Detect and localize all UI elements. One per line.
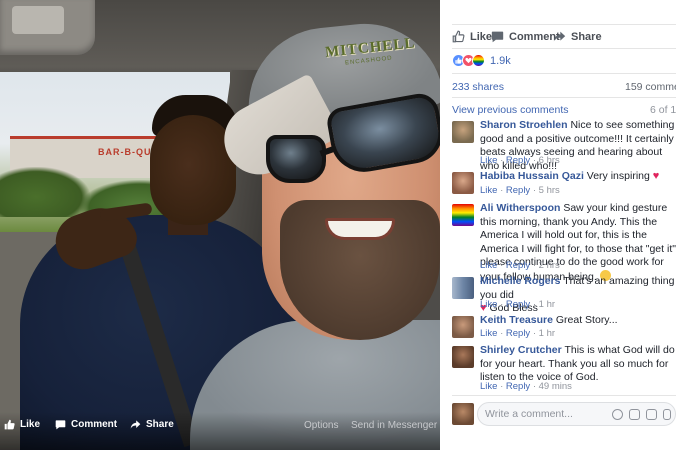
avatar[interactable]: [452, 277, 474, 299]
comment-time[interactable]: 6 hrs: [539, 155, 560, 166]
comment-body: Shirley Crutcher This is what God will d…: [480, 344, 676, 385]
comment-meta: Like · Reply · 6 hrs: [480, 155, 560, 166]
share-icon: [553, 31, 566, 42]
avatar[interactable]: [452, 346, 474, 368]
comment-like-link[interactable]: Like: [480, 260, 497, 271]
photo-share-label: Share: [146, 419, 174, 430]
photo-options-link[interactable]: Options: [304, 420, 338, 431]
avatar[interactable]: [452, 172, 474, 194]
pride-reaction-icon: [472, 54, 485, 67]
comment-like-link[interactable]: Like: [480, 155, 497, 166]
photo-comment-label: Comment: [71, 419, 118, 430]
share-label: Share: [571, 30, 602, 43]
shares-count[interactable]: 233 shares: [452, 81, 504, 93]
comment-icon: [55, 420, 66, 430]
comment-time[interactable]: 5 hrs: [539, 185, 560, 196]
comment-meta: Like · Reply · 1 hr: [480, 328, 556, 339]
comment-time[interactable]: 1 hr: [539, 299, 555, 310]
divider: [452, 48, 676, 49]
write-comment-input[interactable]: Write a comment...: [477, 402, 676, 426]
gif-icon[interactable]: [646, 409, 657, 420]
emoji-icon[interactable]: [612, 409, 623, 420]
comment-author[interactable]: Michelle Rogers: [480, 275, 561, 287]
send-in-messenger-link[interactable]: Send in Messenger: [351, 420, 437, 431]
reaction-count[interactable]: 1.9k: [490, 55, 511, 67]
thumbs-up-icon: [452, 30, 465, 43]
comment-body: Keith Treasure Great Story...: [480, 314, 676, 328]
comment-reply-link[interactable]: Reply: [506, 299, 530, 310]
comment-like-link[interactable]: Like: [480, 299, 497, 310]
view-previous-comments-link[interactable]: View previous comments: [452, 104, 569, 116]
avatar[interactable]: [452, 316, 474, 338]
avatar[interactable]: [452, 204, 474, 226]
comment-reply-link[interactable]: Reply: [506, 328, 530, 339]
comment-placeholder: Write a comment...: [485, 408, 573, 420]
share-button[interactable]: Share: [553, 30, 602, 43]
comment-text: Very inspiring: [586, 170, 650, 182]
photo-like-label: Like: [20, 419, 41, 430]
comment-author[interactable]: Habiba Hussain Qazi: [480, 170, 584, 182]
comment-meta: Like · Reply · 5 hrs: [480, 185, 560, 196]
divider: [452, 24, 676, 25]
photo-action-bar: [0, 412, 440, 450]
comment-reply-link[interactable]: Reply: [506, 260, 530, 271]
photo-comment-button[interactable]: Comment: [55, 419, 117, 430]
sunglasses-left-lens: [266, 135, 326, 183]
comment-reply-link[interactable]: Reply: [506, 155, 530, 166]
comment-reply-link[interactable]: Reply: [506, 185, 530, 196]
divider: [452, 73, 676, 74]
passenger-face: [150, 115, 236, 225]
comment-meta: Like · Reply · 49 mins: [480, 381, 572, 392]
comment-like-link[interactable]: Like: [480, 185, 497, 196]
comment-like-link[interactable]: Like: [480, 381, 497, 392]
comment-text: Great Story...: [555, 314, 618, 326]
avatar[interactable]: [452, 121, 474, 143]
heart-emoji-icon: ♥: [652, 170, 660, 182]
comments-page-count: 6 of 159: [650, 104, 676, 116]
comment-icon: [491, 31, 504, 43]
like-button[interactable]: Like: [452, 30, 492, 43]
divider: [452, 97, 676, 98]
reactions-summary[interactable]: 1.9k: [452, 54, 511, 67]
tree: [0, 167, 90, 217]
comment-time[interactable]: 2 hrs: [539, 260, 560, 271]
comment-like-link[interactable]: Like: [480, 328, 497, 339]
thumbs-up-icon: [4, 419, 15, 430]
comment-time[interactable]: 49 mins: [539, 381, 572, 392]
like-label: Like: [470, 30, 493, 43]
comment-author[interactable]: Keith Treasure: [480, 314, 553, 326]
comment-meta: Like · Reply · 2 hrs: [480, 260, 560, 271]
divider: [452, 395, 676, 396]
post-photo[interactable]: BAR-B-QUE MITCHELL ENCASHOOD: [0, 0, 440, 450]
comment-author[interactable]: Sharon Stroehlen: [480, 119, 568, 131]
current-user-avatar: [452, 403, 474, 425]
comment-author[interactable]: Ali Witherspoon: [480, 202, 560, 214]
camera-icon[interactable]: [629, 409, 640, 420]
comment-button[interactable]: Comment: [491, 30, 560, 43]
photo-share-button[interactable]: Share: [130, 419, 174, 430]
sun-visor: [0, 0, 95, 55]
sticker-icon[interactable]: [663, 409, 671, 420]
comment-reply-link[interactable]: Reply: [506, 381, 530, 392]
share-icon: [130, 420, 141, 429]
comment-author[interactable]: Shirley Crutcher: [480, 344, 562, 356]
driver-smile: [325, 218, 395, 240]
comments-count[interactable]: 159 comments: [625, 81, 676, 93]
comment-meta: Like · Reply · 1 hr: [480, 299, 556, 310]
comment-body: Habiba Hussain Qazi Very inspiring ♥: [480, 170, 676, 184]
comment-time[interactable]: 1 hr: [539, 328, 555, 339]
comment-body: Ali Witherspoon Saw your kind gesture th…: [480, 202, 676, 284]
photo-like-button[interactable]: Like: [4, 419, 40, 430]
visor-clip: [12, 6, 64, 34]
